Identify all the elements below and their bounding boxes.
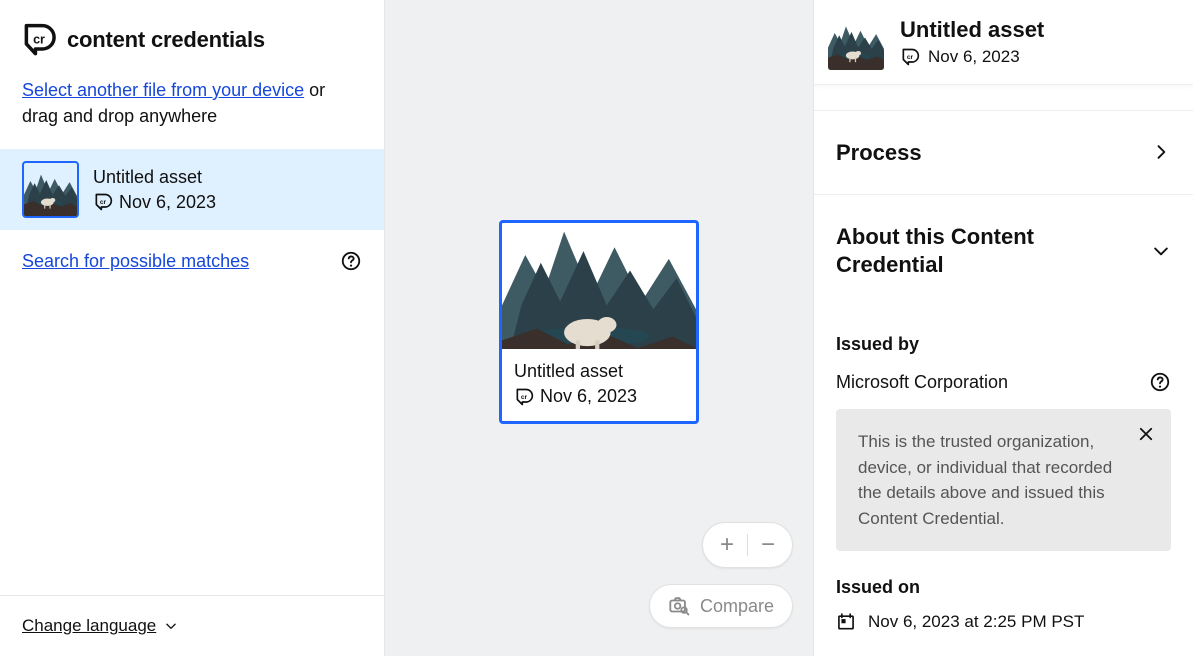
chevron-right-icon — [1151, 142, 1171, 162]
asset-date: Nov 6, 2023 — [119, 192, 216, 213]
asset-thumbnail — [22, 161, 79, 218]
zoom-divider — [747, 534, 748, 556]
asset-date-row: Nov 6, 2023 — [93, 192, 216, 213]
details-thumbnail — [828, 14, 884, 70]
canvas[interactable]: Untitled asset Nov 6, 2023 + − Compare — [385, 0, 813, 656]
search-matches-link[interactable]: Search for possible matches — [22, 251, 249, 272]
brand-name: content credentials — [67, 27, 265, 53]
close-icon[interactable] — [1137, 425, 1155, 443]
chevron-down-icon — [164, 619, 178, 633]
left-footer: Change language — [0, 595, 384, 656]
asset-info: Untitled asset Nov 6, 2023 — [93, 167, 216, 213]
asset-card-body: Untitled asset Nov 6, 2023 — [502, 349, 696, 421]
help-icon[interactable] — [1149, 371, 1171, 393]
svg-text:cr: cr — [33, 32, 45, 46]
upload-instructions: Select another file from your device or … — [0, 67, 384, 149]
compare-button[interactable]: Compare — [649, 584, 793, 628]
asset-card-image — [502, 223, 696, 349]
issued-on-section: Issued on Nov 6, 2023 at 2:25 PM PST — [814, 571, 1193, 656]
chevron-down-icon — [1151, 241, 1171, 261]
change-language-button[interactable]: Change language — [22, 616, 178, 636]
select-file-link[interactable]: Select another file from your device — [22, 80, 304, 100]
details-date: Nov 6, 2023 — [928, 47, 1020, 67]
sidebar-asset-row[interactable]: Untitled asset Nov 6, 2023 — [0, 149, 384, 230]
compare-label: Compare — [700, 596, 774, 617]
change-language-label: Change language — [22, 616, 156, 636]
brand-logo-icon: cr — [22, 22, 57, 57]
asset-card-title: Untitled asset — [514, 361, 684, 382]
brand: cr content credentials — [0, 0, 384, 67]
details-panel: Untitled asset Nov 6, 2023 Process About… — [813, 0, 1193, 656]
cr-badge-icon — [514, 387, 534, 407]
issuer-name: Microsoft Corporation — [836, 372, 1008, 393]
left-sidebar: cr content credentials Select another fi… — [0, 0, 385, 656]
zoom-out-button[interactable]: − — [754, 531, 782, 559]
details-title: Untitled asset — [900, 17, 1044, 43]
process-accordion[interactable]: Process — [814, 110, 1193, 196]
about-label: About this Content Credential — [836, 223, 1096, 278]
cr-badge-icon — [93, 192, 113, 212]
zoom-controls: + − — [702, 522, 793, 568]
process-label: Process — [836, 139, 922, 167]
issued-on-value: Nov 6, 2023 at 2:25 PM PST — [868, 612, 1084, 632]
asset-title: Untitled asset — [93, 167, 216, 188]
help-icon[interactable] — [340, 250, 362, 272]
details-header: Untitled asset Nov 6, 2023 — [814, 0, 1193, 85]
calendar-icon — [836, 612, 856, 632]
cr-badge-icon — [900, 47, 920, 67]
asset-card-date: Nov 6, 2023 — [540, 386, 637, 407]
zoom-in-button[interactable]: + — [713, 531, 741, 559]
search-matches-row: Search for possible matches — [0, 230, 384, 292]
issued-on-label: Issued on — [836, 571, 1171, 598]
issued-by-label: Issued by — [836, 320, 1171, 355]
about-accordion[interactable]: About this Content Credential — [814, 195, 1193, 306]
compare-icon — [668, 595, 690, 617]
asset-card[interactable]: Untitled asset Nov 6, 2023 — [499, 220, 699, 424]
issuer-row: Microsoft Corporation — [814, 355, 1193, 409]
issuer-info-box: This is the trusted organization, device… — [836, 409, 1171, 551]
asset-card-date-row: Nov 6, 2023 — [514, 386, 684, 407]
issuer-info-text: This is the trusted organization, device… — [858, 432, 1112, 528]
image-strip — [828, 85, 1179, 97]
